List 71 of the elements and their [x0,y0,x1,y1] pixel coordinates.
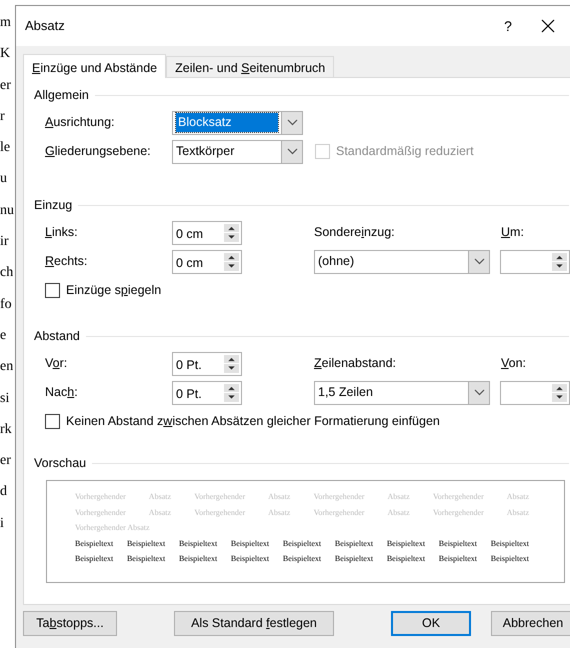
section-heading: Abstand [34,328,80,345]
checkbox[interactable] [45,414,60,429]
field-label: Um: [501,224,525,242]
document-text: ir [0,233,10,252]
spin-down-icon[interactable] [224,393,239,402]
dropdown[interactable]: Textkörper [172,140,303,164]
document-text: le [0,139,12,158]
help-button[interactable]: ? [490,16,526,36]
section-heading: Vorschau [34,454,86,472]
section-heading: Einzug [34,196,72,214]
checkbox-label[interactable]: Einzüge spiegeln [66,281,162,300]
document-text: u [0,170,8,188]
spin-down-icon[interactable] [552,393,567,402]
tab[interactable]: Einzüge und Abstände [23,54,166,78]
spin-up-icon[interactable] [224,252,239,261]
field-label: Vor: [45,355,68,372]
field-label: Nach: [45,384,79,402]
preview-text: Vorhergehender Absatz Vorhergehender Absatz Vorhergehender Absatz Vorhergehender Absatz [75,506,529,519]
dialog-button[interactable]: OK [391,610,471,636]
document-text: er [0,452,12,470]
window-title: Absatz [25,17,66,36]
spin-field[interactable]: 0 cm [172,250,242,274]
tab[interactable]: Zeilen- und Seitenumbruch [166,56,334,77]
spin-down-icon[interactable] [224,364,239,372]
document-text: m [0,14,12,32]
spin-field[interactable]: 0 Pt. [172,380,242,404]
spin-up-icon[interactable] [224,384,239,392]
document-text: r [0,108,6,126]
document-text: ch [0,264,14,282]
close-icon[interactable] [541,19,555,33]
field-label: Sondereinzug: [314,224,396,242]
spin-up-icon[interactable] [552,252,567,261]
dialog-button[interactable]: Abbrechen [491,610,570,636]
field-label: Zeilenabstand: [314,355,398,372]
spin-down-icon[interactable] [552,262,567,270]
spin-field[interactable] [500,380,570,404]
document-text: nu [0,202,15,220]
field-label: Ausrichtung: [45,114,116,132]
checkbox-label[interactable]: Keinen Abstand zwischen Absätzen gleicher Formatierung einfügen [66,412,440,431]
field-label: Links: [45,224,79,242]
spin-field[interactable]: 0 cm [172,220,242,244]
spin-up-icon[interactable] [224,354,239,363]
field-label: Von: [501,355,528,372]
spin-field[interactable]: 0 Pt. [172,352,242,376]
dropdown[interactable]: 1,5 Zeilen [314,380,490,404]
document-text: i [0,514,5,533]
spin-field[interactable] [500,250,570,274]
preview-text: Beispieltext Beispieltext Beispieltext Beispieltext Beispieltext Beispieltext Beispieltext Beispieltext Beispieltext [75,538,529,550]
dropdown[interactable]: (ohne) [314,250,490,274]
spin-down-icon[interactable] [224,262,239,270]
preview-text: Vorhergehender Absatz Vorhergehender Absatz Vorhergehender Absatz Vorhergehender Absatz [75,491,529,503]
document-text: d [0,483,8,502]
document-text: rk [0,420,13,439]
checkbox[interactable] [45,283,60,298]
field-label: Rechts: [45,253,88,270]
preview-text: Beispieltext Beispieltext Beispieltext Beispieltext Beispieltext Beispieltext Beispieltext Beispieltext Beispieltext [75,553,529,565]
section-heading: Allgemein [34,86,89,104]
spin-up-icon[interactable] [224,224,239,232]
document-text: en [0,358,14,376]
dialog-button[interactable]: Als Standard festlegen [174,610,334,636]
document-text: fo [0,296,13,314]
document-text: e [0,326,8,345]
dialog-button[interactable]: Tabstopps... [23,610,117,636]
field-label: Gliederungsebene: [45,143,152,160]
dropdown[interactable]: Blocksatz [172,110,303,134]
spin-down-icon[interactable] [224,233,239,242]
document-text: K [0,45,12,64]
document-text: si [0,390,10,408]
preview-text: Vorhergehender Absatz [75,522,151,534]
document-text: er [0,76,12,95]
spin-up-icon[interactable] [552,384,567,392]
